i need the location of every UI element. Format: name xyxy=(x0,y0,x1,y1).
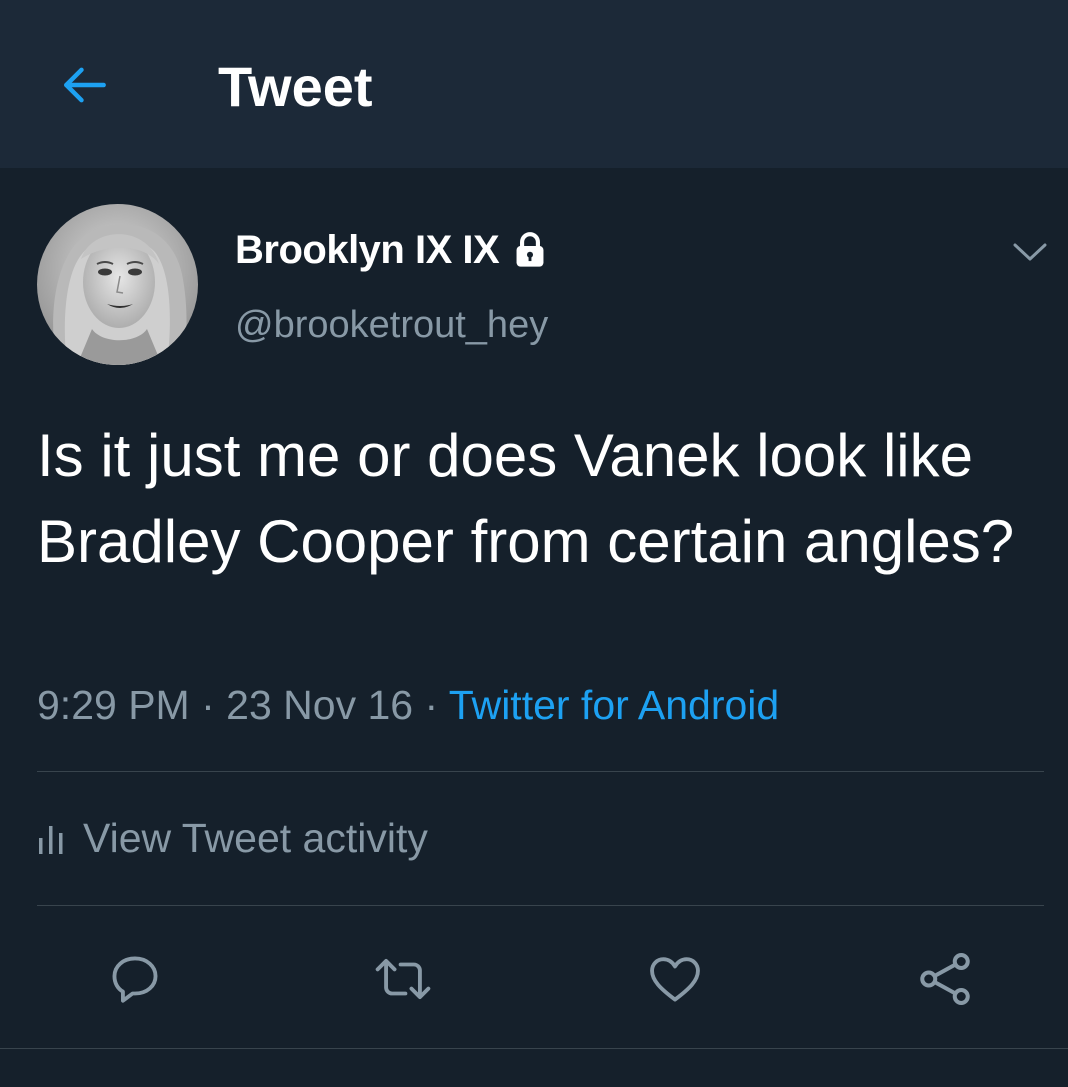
tweet-text: Is it just me or does Vanek look like Br… xyxy=(37,422,1015,575)
bar-chart-icon xyxy=(37,820,65,856)
like-icon xyxy=(645,950,705,1008)
divider xyxy=(37,905,1044,906)
lock-icon xyxy=(511,229,549,271)
divider xyxy=(0,1048,1068,1049)
activity-label: View Tweet activity xyxy=(83,815,428,861)
retweet-icon xyxy=(371,950,435,1008)
reply-button[interactable] xyxy=(102,946,168,1012)
tweet-time: 9:29 PM xyxy=(37,682,190,728)
tweet-detail: Brooklyn IX IX @brooketrout_hey Is it ju… xyxy=(0,168,1068,1087)
author-name-row[interactable]: Brooklyn IX IX xyxy=(235,226,549,274)
display-name: Brooklyn IX IX xyxy=(235,228,500,272)
arrow-left-icon xyxy=(57,57,113,113)
separator-dot: · xyxy=(424,682,439,728)
back-button[interactable] xyxy=(50,50,120,120)
tweet-metadata: 9:29 PM · 23 Nov 16 · Twitter for Androi… xyxy=(37,680,779,730)
retweet-button[interactable] xyxy=(370,946,436,1012)
avatar[interactable] xyxy=(37,204,198,365)
chevron-down-icon xyxy=(1012,241,1048,263)
page-title: Tweet xyxy=(218,55,373,118)
separator-dot: · xyxy=(201,682,215,728)
view-tweet-activity-button[interactable]: View Tweet activity xyxy=(37,813,428,863)
share-button[interactable] xyxy=(912,946,978,1012)
user-handle[interactable]: @brooketrout_hey xyxy=(235,303,548,347)
divider xyxy=(37,771,1044,772)
tweet-source-link[interactable]: Twitter for Android xyxy=(449,682,779,728)
tweet-date: 23 Nov 16 xyxy=(226,682,414,728)
like-button[interactable] xyxy=(642,946,708,1012)
share-icon xyxy=(915,949,975,1009)
reply-icon xyxy=(106,950,164,1008)
top-app-bar: Tweet xyxy=(0,0,1068,168)
more-options-button[interactable] xyxy=(1008,230,1052,274)
